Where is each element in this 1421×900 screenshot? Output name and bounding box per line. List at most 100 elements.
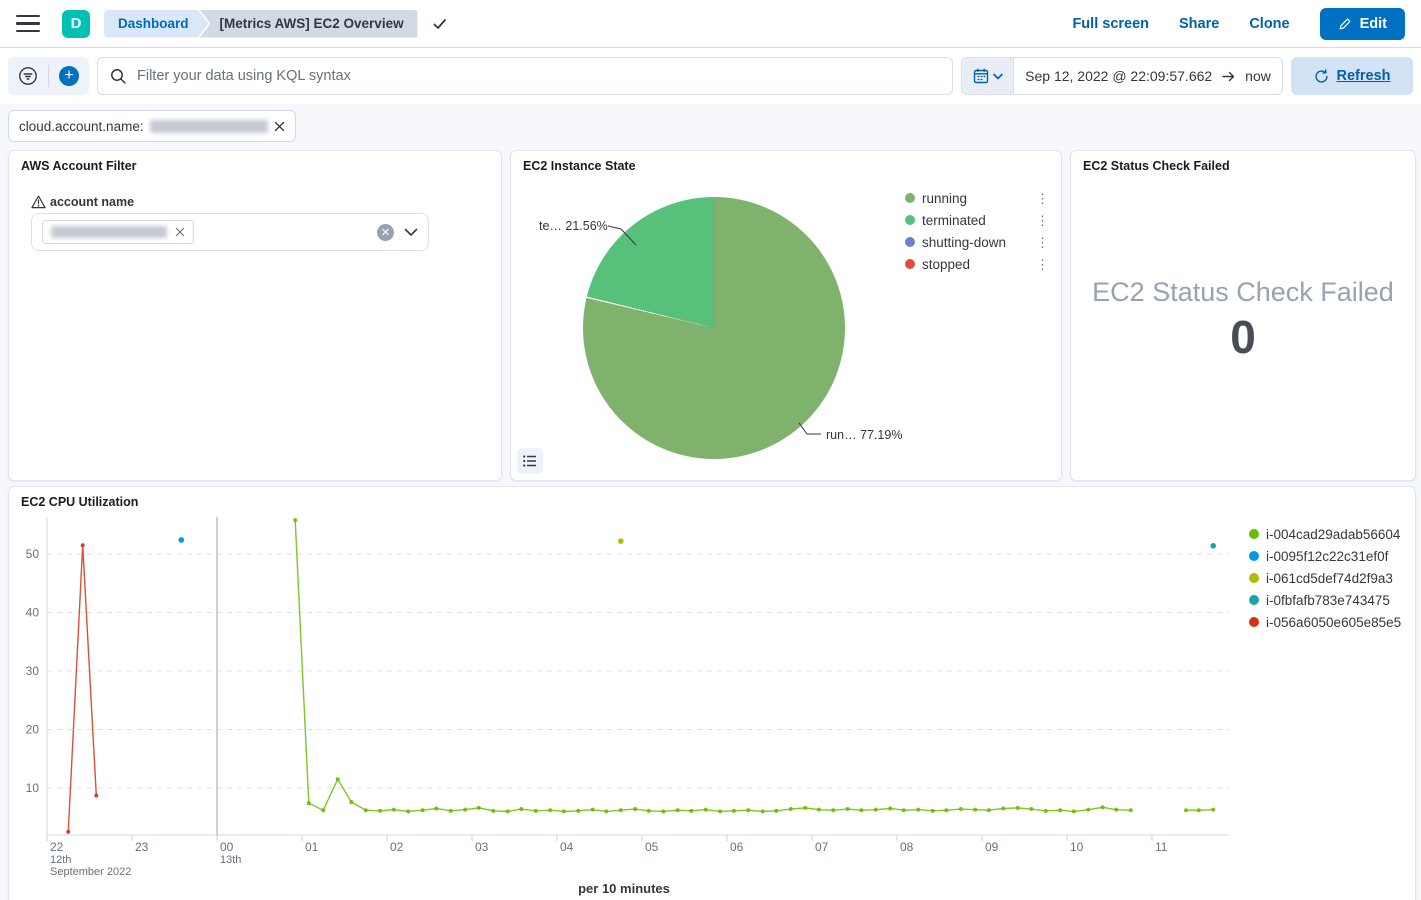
legend-item[interactable]: terminated ⋮ — [905, 209, 1051, 231]
date-quick-select-button[interactable] — [962, 58, 1014, 94]
menu-icon[interactable] — [8, 4, 48, 44]
cpu-chart-legend: i-004cad29adab56604 i-0095f12c22c31ef0f i-… — [1249, 523, 1401, 633]
legend-color-dot — [905, 193, 915, 203]
full-screen-button[interactable]: Full screen — [1072, 16, 1149, 32]
panel-ec2-status-check-failed: EC2 Status Check Failed EC2 Status Check… — [1070, 150, 1416, 481]
date-range-start[interactable]: Sep 12, 2022 @ 22:09:57.662 — [1025, 68, 1212, 84]
dashboard-container: cloud.account.name: AWS Account Filter a… — [0, 104, 1421, 900]
chevron-down-icon — [993, 73, 1003, 80]
warning-icon — [31, 195, 46, 209]
legend-item-label[interactable]: i-061cd5def74d2f9a3 — [1266, 571, 1393, 586]
legend-item-options-icon[interactable]: ⋮ — [1034, 258, 1051, 271]
legend-item[interactable]: i-061cd5def74d2f9a3 — [1249, 567, 1401, 589]
legend-item[interactable]: i-0fbfafb783e743475 — [1249, 589, 1401, 611]
svg-text:30: 30 — [26, 664, 40, 678]
svg-text:20: 20 — [26, 723, 40, 737]
remove-filter-icon[interactable] — [274, 121, 285, 132]
date-range-end[interactable]: now — [1245, 68, 1271, 84]
clear-selection-icon[interactable]: ✕ — [377, 224, 394, 241]
svg-text:11: 11 — [1155, 840, 1168, 854]
legend-item-label[interactable]: i-056a6050e605e85e5 — [1266, 615, 1401, 630]
legend-color-dot — [905, 237, 915, 247]
svg-text:00: 00 — [220, 840, 234, 854]
svg-text:08: 08 — [900, 840, 914, 854]
calendar-icon — [973, 68, 989, 84]
panel-title: EC2 Instance State — [511, 151, 1061, 173]
filter-in-circle-icon — [17, 65, 39, 87]
kql-search-input[interactable] — [137, 68, 940, 84]
legend-item-label[interactable]: i-0095f12c22c31ef0f — [1266, 549, 1388, 564]
cpu-utilization-line-chart[interactable]: 10203040502212thSeptember 2022230013th01… — [9, 517, 1239, 879]
x-axis-title: per 10 minutes — [9, 881, 1239, 896]
svg-text:40: 40 — [26, 606, 40, 620]
legend-item-label[interactable]: terminated — [922, 213, 986, 228]
add-filter-button[interactable]: + — [49, 57, 89, 95]
legend-item-label[interactable]: i-004cad29adab56604 — [1266, 527, 1400, 542]
svg-text:06: 06 — [730, 840, 744, 854]
svg-text:03: 03 — [475, 840, 489, 854]
dashboard-app-badge[interactable]: D — [62, 10, 90, 38]
panel-title: EC2 Status Check Failed — [1071, 151, 1415, 173]
legend-color-dot — [905, 215, 915, 225]
breadcrumb-dashboard[interactable]: Dashboard — [104, 10, 209, 38]
svg-text:10: 10 — [26, 781, 40, 795]
legend-item-options-icon[interactable]: ⋮ — [1034, 236, 1051, 249]
svg-text:22: 22 — [50, 840, 64, 854]
instance-state-pie-chart[interactable] — [583, 197, 845, 459]
refresh-button-label: Refresh — [1337, 68, 1391, 84]
panel-title: AWS Account Filter — [9, 151, 501, 173]
svg-text:12th: 12th — [50, 854, 71, 866]
refresh-button[interactable]: Refresh — [1291, 57, 1413, 95]
remove-tag-icon[interactable] — [175, 227, 185, 237]
saved-query-menu-button[interactable] — [8, 57, 48, 95]
legend-item[interactable]: shutting-down ⋮ — [905, 231, 1051, 253]
legend-item[interactable]: i-0095f12c22c31ef0f — [1249, 545, 1401, 567]
svg-text:September 2022: September 2022 — [50, 866, 131, 878]
svg-text:10: 10 — [1070, 840, 1084, 854]
legend-item-label[interactable]: shutting-down — [922, 235, 1006, 250]
legend-item[interactable]: running ⋮ — [905, 187, 1051, 209]
legend-item-options-icon[interactable]: ⋮ — [1034, 214, 1051, 227]
filter-pill-cloud-account-name[interactable]: cloud.account.name: — [8, 110, 296, 142]
control-field-label: account name — [50, 195, 134, 209]
plus-icon: + — [59, 66, 79, 86]
refresh-icon — [1314, 69, 1329, 84]
legend-item-options-icon[interactable]: ⋮ — [1034, 192, 1051, 205]
svg-text:04: 04 — [560, 840, 574, 854]
chevron-down-icon[interactable] — [404, 228, 418, 237]
pencil-icon — [1338, 17, 1352, 31]
breadcrumb-current-dashboard: [Metrics AWS] EC2 Overview — [200, 10, 418, 38]
svg-text:02: 02 — [390, 840, 404, 854]
legend-color-dot — [1249, 529, 1259, 539]
pie-label-running: run… 77.19% — [826, 428, 902, 442]
legend-item[interactable]: i-056a6050e605e85e5 — [1249, 611, 1401, 633]
legend-item-label[interactable]: running — [922, 191, 967, 206]
query-bar: + Sep 12, 2022 @ 22:09:57.662 now — [0, 48, 1421, 104]
clone-button[interactable]: Clone — [1249, 16, 1289, 32]
legend-item[interactable]: stopped ⋮ — [905, 253, 1051, 275]
legend-color-dot — [905, 259, 915, 269]
panel-title: EC2 CPU Utilization — [9, 487, 1415, 509]
legend-color-dot — [1249, 595, 1259, 605]
svg-text:05: 05 — [645, 840, 659, 854]
metric-value: 0 — [1071, 310, 1415, 364]
account-name-combobox[interactable]: ✕ — [31, 213, 429, 251]
date-picker: Sep 12, 2022 @ 22:09:57.662 now — [961, 57, 1283, 95]
legend-item-label[interactable]: i-0fbfafb783e743475 — [1266, 593, 1390, 608]
panel-aws-account-filter: AWS Account Filter account name ✕ — [8, 150, 502, 481]
kql-search-box — [97, 57, 953, 95]
legend-item-label[interactable]: stopped — [922, 257, 970, 272]
svg-text:13th: 13th — [220, 854, 241, 866]
panel-ec2-cpu-utilization: EC2 CPU Utilization 10203040502212thSept… — [8, 486, 1416, 900]
svg-text:23: 23 — [135, 840, 149, 854]
share-button[interactable]: Share — [1179, 16, 1219, 32]
account-redacted-value — [51, 226, 167, 238]
edit-button[interactable]: Edit — [1320, 8, 1405, 40]
legend-item[interactable]: i-004cad29adab56604 — [1249, 523, 1401, 545]
legend-toggle-button[interactable] — [517, 448, 543, 474]
legend-color-dot — [1249, 573, 1259, 583]
panel-ec2-instance-state: EC2 Instance State te… 21.56% run… 77.19… — [510, 150, 1062, 481]
pie-label-terminated: te… 21.56% — [539, 219, 608, 233]
metric-label: EC2 Status Check Failed — [1071, 277, 1415, 308]
saved-check-icon — [432, 16, 448, 32]
